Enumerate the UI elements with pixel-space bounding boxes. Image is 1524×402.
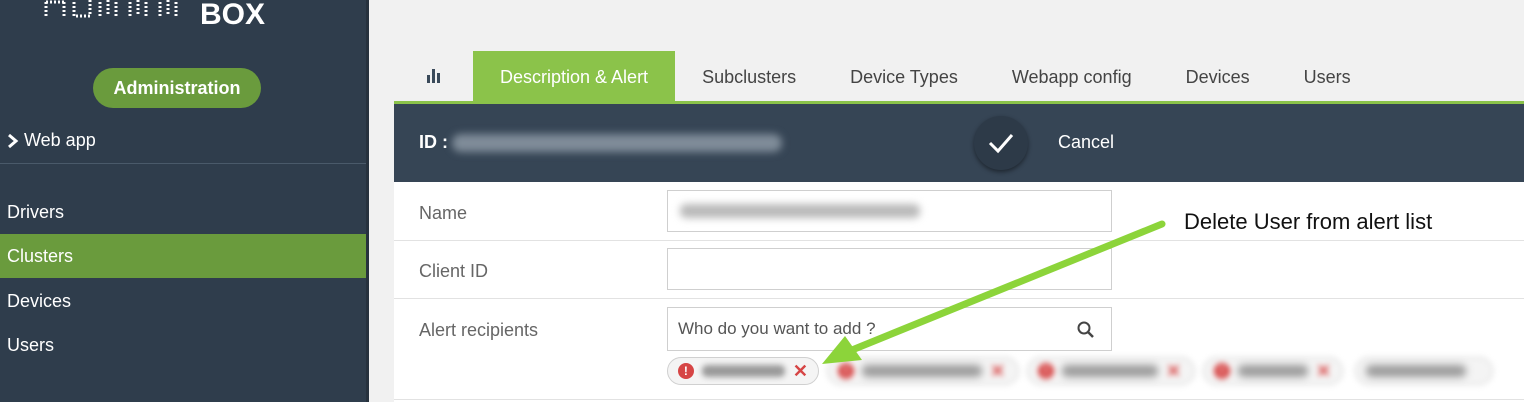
- remove-recipient-icon[interactable]: ✕: [1316, 362, 1331, 380]
- tab-device-types[interactable]: Device Types: [823, 51, 985, 101]
- magnifier-icon[interactable]: [1077, 321, 1095, 339]
- tab-description-alert[interactable]: Description & Alert: [473, 51, 676, 101]
- administration-button[interactable]: Administration: [93, 68, 261, 108]
- client-id-label: Client ID: [419, 261, 489, 281]
- remove-recipient-icon[interactable]: ✕: [793, 362, 808, 380]
- tab-webapp-config[interactable]: Webapp config: [985, 51, 1159, 101]
- logo: BOX: [42, 0, 265, 30]
- recipient-chip: ! ✕: [667, 357, 819, 385]
- sidebar-item-users[interactable]: Users: [0, 323, 366, 367]
- recipient-name-redacted: [701, 365, 785, 377]
- alert-recipients-label: Alert recipients: [419, 320, 539, 340]
- sidebar-divider: [0, 163, 366, 164]
- recipient-chip: ! ✕: [827, 357, 1019, 385]
- warning-icon: !: [1214, 363, 1230, 379]
- sidebar-item-clusters[interactable]: Clusters: [0, 234, 366, 278]
- recipient-name-redacted: [1062, 365, 1158, 377]
- row-divider: [394, 240, 1524, 241]
- name-label: Name: [419, 203, 468, 223]
- recipient-name-redacted: [1238, 365, 1308, 377]
- tab-bar: Description & Alert Subclusters Device T…: [394, 51, 1378, 101]
- row-divider: [394, 399, 1524, 400]
- check-icon: [988, 134, 1014, 154]
- tab-devices[interactable]: Devices: [1159, 51, 1277, 101]
- webapp-link[interactable]: Web app: [6, 130, 96, 151]
- sidebar-item-drivers[interactable]: Drivers: [0, 190, 366, 234]
- tab-users[interactable]: Users: [1277, 51, 1378, 101]
- sidebar: BOX Administration Web app Drivers Clust…: [0, 0, 369, 402]
- row-divider: [394, 298, 1524, 299]
- sidebar-item-devices[interactable]: Devices: [0, 279, 366, 323]
- warning-icon: !: [838, 363, 854, 379]
- recipient-name-redacted: [862, 365, 982, 377]
- recipient-chip: ! ✕: [1027, 357, 1195, 385]
- chevron-right-icon: [8, 133, 19, 148]
- annotation-text: Delete User from alert list: [1184, 209, 1433, 234]
- cancel-button[interactable]: Cancel: [1058, 132, 1114, 153]
- warning-icon: !: [1038, 363, 1054, 379]
- name-value-redacted: [680, 204, 920, 218]
- confirm-button[interactable]: [974, 116, 1028, 170]
- remove-recipient-icon[interactable]: ✕: [1166, 362, 1181, 380]
- logo-text: BOX: [200, 0, 266, 31]
- recipient-chip: ! ✕: [1203, 357, 1343, 385]
- recipient-search-input[interactable]: [678, 319, 1058, 339]
- edit-header: ID : Cancel: [394, 104, 1524, 182]
- tab-stats[interactable]: [394, 51, 473, 101]
- id-value-redacted: [452, 134, 782, 152]
- webapp-label: Web app: [24, 130, 96, 150]
- recipient-name-redacted: [1366, 365, 1466, 377]
- tab-subclusters[interactable]: Subclusters: [675, 51, 823, 101]
- name-field[interactable]: [667, 190, 1112, 232]
- warning-icon: !: [678, 363, 694, 379]
- logo-mark-icon: [44, 0, 178, 18]
- remove-recipient-icon[interactable]: ✕: [990, 362, 1005, 380]
- recipient-search-field[interactable]: [667, 307, 1112, 351]
- id-label: ID :: [419, 132, 448, 152]
- bar-chart-icon: [427, 69, 440, 83]
- client-id-field[interactable]: [667, 248, 1112, 290]
- recipient-chip: [1355, 357, 1493, 385]
